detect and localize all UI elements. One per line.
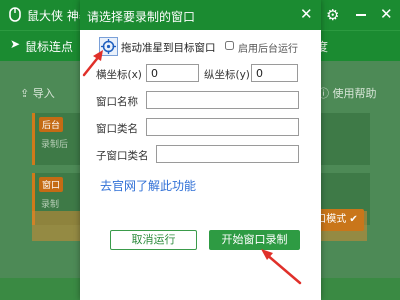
enable-background-checkbox[interactable] [225, 41, 234, 50]
x-coordinate-input[interactable] [146, 64, 199, 82]
official-site-link[interactable]: 去官网了解此功能 [100, 177, 196, 194]
window-class-label: 窗口类名 [96, 123, 138, 135]
drag-crosshair-label: 拖动准星到目标窗口 [121, 42, 216, 54]
start-window-recording-button[interactable]: 开始窗口录制 [209, 230, 300, 250]
enable-background-label: 启用后台运行 [238, 44, 298, 55]
window-name-label: 窗口名称 [96, 96, 138, 108]
minimize-icon[interactable] [356, 14, 366, 16]
card-desc: 录制后 [41, 140, 69, 150]
import-button[interactable]: ⇪ 导入 [20, 85, 55, 101]
help-button[interactable]: ⓘ 使用帮助 [318, 85, 377, 101]
menu-item-click[interactable]: 鼠标连点 [25, 38, 73, 55]
cursor-icon: ➤ [10, 37, 21, 51]
child-window-class-label: 子窗口类名 [96, 150, 149, 162]
card-tag: 窗口 [39, 177, 64, 192]
y-coordinate-input[interactable] [251, 64, 298, 82]
card-desc: 录制 [41, 200, 60, 210]
close-icon[interactable]: ✕ [300, 5, 313, 23]
y-coordinate-label: 纵坐标(y) [204, 69, 250, 81]
mouse-logo-icon [9, 7, 21, 22]
window-class-input[interactable] [146, 118, 299, 136]
cancel-run-button[interactable]: 取消运行 [110, 230, 197, 250]
window-name-input[interactable] [146, 91, 299, 109]
close-icon[interactable]: ✕ [380, 5, 393, 23]
dialog-title: 请选择要录制的窗口 [87, 10, 196, 24]
card-tag: 后台 [39, 117, 64, 132]
child-window-class-input[interactable] [156, 145, 299, 163]
record-window-dialog: 请选择要录制的窗口 ✕ 拖动准星到目标窗口 启用后台运行 横坐标(x) 纵坐标(… [80, 0, 321, 300]
x-coordinate-label: 横坐标(x) [96, 69, 142, 81]
crosshair-icon [101, 39, 116, 54]
gear-icon[interactable]: ⚙ [326, 6, 339, 24]
dialog-titlebar: 请选择要录制的窗口 ✕ [80, 0, 321, 30]
crosshair-target-icon[interactable] [99, 37, 118, 56]
